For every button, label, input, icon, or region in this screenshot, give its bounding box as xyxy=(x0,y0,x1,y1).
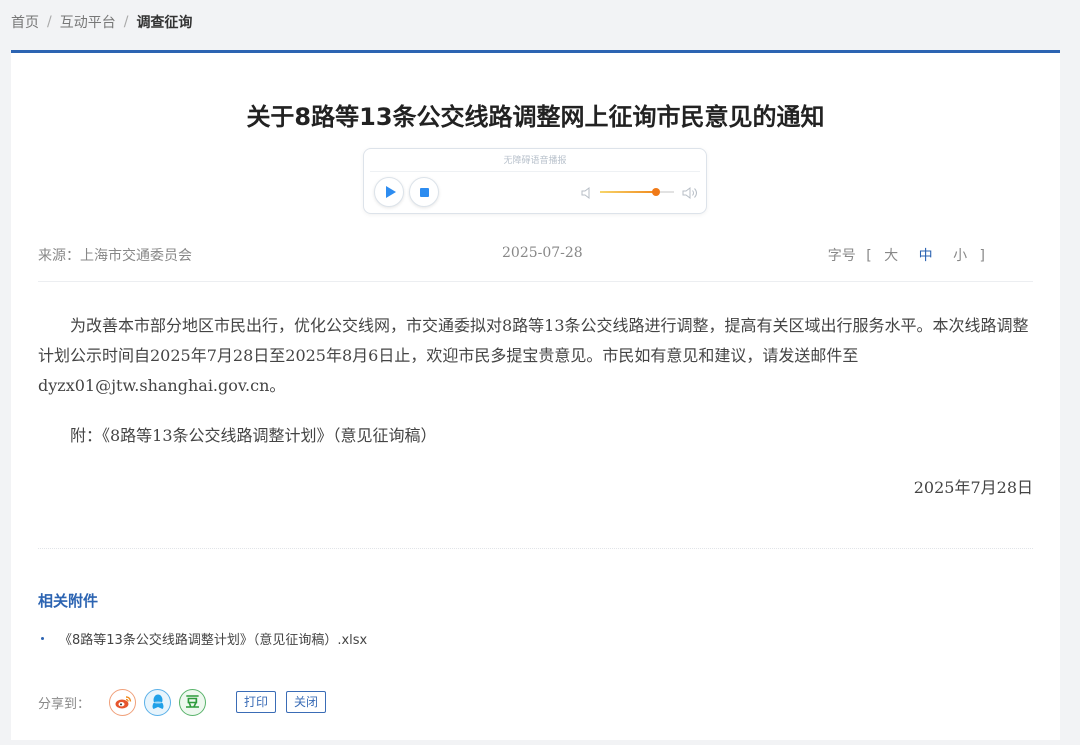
font-size-small[interactable]: 小 xyxy=(953,248,967,264)
weibo-icon[interactable] xyxy=(109,688,137,716)
breadcrumb-separator: / xyxy=(123,14,129,30)
body-paragraph: 为改善本市部分地区市民出行，优化公交线网，市交通委拟对8路等13条公交线路进行调… xyxy=(38,316,1029,395)
qq-icon[interactable] xyxy=(144,688,172,716)
breadcrumb-separator: / xyxy=(47,14,52,30)
divider xyxy=(370,171,700,172)
font-size-large[interactable]: 大 xyxy=(884,248,898,264)
douban-glyph: 豆 xyxy=(185,695,200,711)
breadcrumb: 首页 / 互动平台 / 调查征询 xyxy=(11,12,192,32)
douban-icon[interactable]: 豆 xyxy=(179,688,207,716)
article-meta: 来源：上海市交通委员会 2025-07-28 字号 [ 大 中 小 ] xyxy=(38,245,1033,282)
article-body: 为改善本市部分地区市民出行，优化公交线网，市交通委拟对8路等13条公交线路进行调… xyxy=(38,311,1033,503)
print-button[interactable]: 打印 xyxy=(236,691,277,713)
audio-player: 无障碍语音播报 xyxy=(363,148,707,214)
breadcrumb-current: 调查征询 xyxy=(136,15,193,31)
article-source: 来源：上海市交通委员会 xyxy=(38,248,192,264)
volume-slider-handle[interactable] xyxy=(651,188,660,196)
share-bar: 分享到： 豆 打印 关闭 xyxy=(38,687,327,717)
audio-caption: 无障碍语音播报 xyxy=(503,156,567,166)
signature-date: 2025年7月28日 xyxy=(913,478,1033,497)
volume-slider[interactable] xyxy=(600,188,674,196)
breadcrumb-home[interactable]: 首页 xyxy=(11,12,39,32)
font-size-control: 字号 [ 大 中 小 ] xyxy=(828,245,985,265)
font-size-medium[interactable]: 中 xyxy=(919,248,933,264)
volume-high-icon xyxy=(682,185,698,204)
attachment-note: 附：《8路等13条公交线路调整计划》（意见征询稿） xyxy=(70,426,437,445)
stop-icon xyxy=(419,187,429,197)
related-attachments-title: 相关附件 xyxy=(38,592,99,610)
stop-button[interactable] xyxy=(409,177,439,207)
close-button[interactable]: 关闭 xyxy=(286,691,327,713)
divider xyxy=(38,548,1033,549)
play-button[interactable] xyxy=(374,177,404,207)
article-panel: 关于8路等13条公交线路调整网上征询市民意见的通知 无障碍语音播报 来源：上海市… xyxy=(11,50,1060,740)
volume-slider-fill xyxy=(600,191,656,193)
share-label: 分享到： xyxy=(38,696,91,712)
attachment-filename[interactable]: 《8路等13条公交线路调整计划》（意见征询稿）.xlsx xyxy=(59,629,367,648)
bullet xyxy=(41,637,44,640)
bracket-open: [ xyxy=(866,248,872,264)
play-icon xyxy=(385,186,396,198)
attachment-link[interactable]: 《8路等13条公交线路调整计划》（意见征询稿）.xlsx xyxy=(41,629,367,648)
volume-low-icon xyxy=(581,185,593,204)
breadcrumb-platform[interactable]: 互动平台 xyxy=(60,12,116,32)
font-size-label: 字号 xyxy=(827,248,856,264)
article-date: 2025-07-28 xyxy=(502,245,583,261)
bracket-close: ] xyxy=(979,248,985,264)
page-title: 关于8路等13条公交线路调整网上征询市民意见的通知 xyxy=(246,103,825,131)
